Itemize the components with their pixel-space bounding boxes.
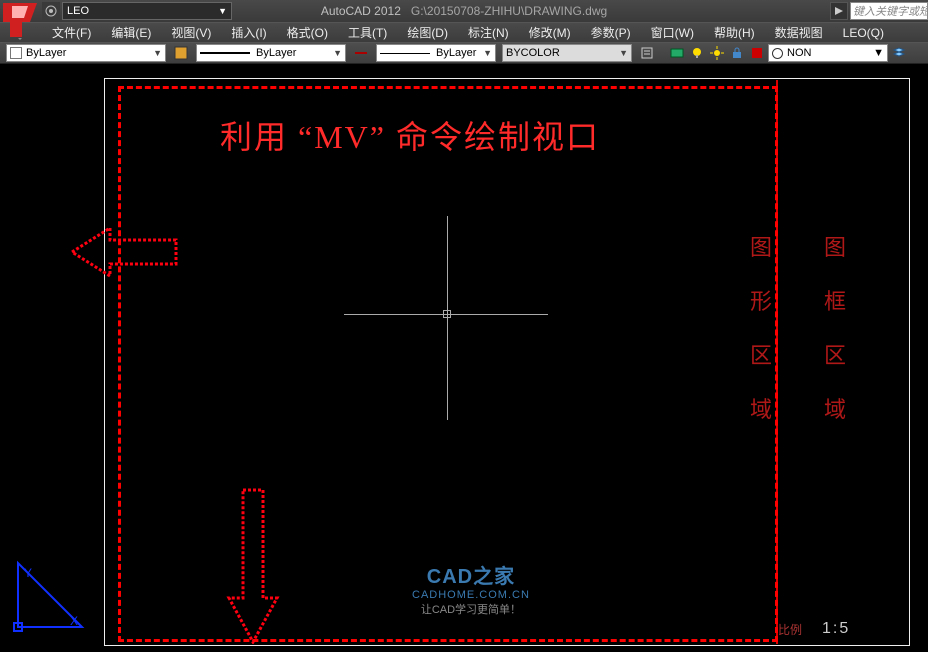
- properties-toolbar: ByLayer ▼ ByLayer ▼ ByLayer ▼ BYCOLOR ▼ …: [0, 42, 928, 64]
- layer-value: NON: [787, 47, 811, 59]
- color-tool-icon[interactable]: [172, 44, 190, 62]
- menu-leo[interactable]: LEO(Q): [837, 25, 890, 41]
- lineweight-preview-icon: [380, 53, 430, 54]
- chevron-down-icon: ▼: [327, 48, 342, 58]
- layer-tools-group: NON ▼: [668, 44, 908, 62]
- menu-insert[interactable]: 插入(I): [225, 23, 272, 42]
- workspace-selector[interactable]: LEO ▼: [62, 2, 232, 20]
- app-menu-button[interactable]: [0, 0, 40, 40]
- scale-block: 比例 1:5: [778, 614, 908, 644]
- chevron-down-icon: ▼: [477, 48, 492, 58]
- layer-sun-icon[interactable]: [708, 44, 726, 62]
- linetype-tool-icon[interactable]: [352, 44, 370, 62]
- watermark: CAD之家 CADHOME.COM.CN 让CAD学习更简单！: [412, 560, 530, 617]
- crosshair-center: [443, 310, 451, 318]
- svg-text:X: X: [70, 614, 78, 628]
- vtext-frame-area: 图 框 区 域: [824, 230, 846, 424]
- layer-lock-icon[interactable]: [728, 44, 746, 62]
- menu-file[interactable]: 文件(F): [46, 23, 97, 42]
- svg-text:Y: Y: [24, 566, 32, 580]
- plotstyle-value: BYCOLOR: [506, 47, 560, 59]
- layer-circle-icon: [772, 48, 783, 59]
- drawing-area[interactable]: 利用 “MV” 命令绘制视口 图 形 区 域 图 框 区 域 比例 1:5 Y …: [0, 64, 928, 652]
- layer-selector[interactable]: NON ▼: [768, 44, 888, 62]
- menu-help[interactable]: 帮助(H): [708, 23, 761, 42]
- layer-manage-icon[interactable]: [890, 44, 908, 62]
- color-value: ByLayer: [26, 47, 66, 59]
- color-swatch-icon: [10, 47, 22, 59]
- workspace-gear-icon[interactable]: [42, 2, 60, 20]
- vtext-graphics-area: 图 形 区 域: [750, 230, 772, 424]
- arrow-left-icon: [70, 224, 180, 285]
- ucs-icon: Y X: [10, 555, 90, 640]
- viewport-rectangle: [118, 86, 778, 642]
- lineweight-value: ByLayer: [436, 47, 476, 59]
- chevron-down-icon: ▼: [218, 6, 227, 16]
- keyword-search-input[interactable]: 键入关键字或短: [850, 2, 928, 20]
- menu-draw[interactable]: 绘图(D): [401, 23, 454, 42]
- linetype-selector[interactable]: ByLayer ▼: [196, 44, 346, 62]
- menu-format[interactable]: 格式(O): [281, 23, 334, 42]
- lineweight-selector[interactable]: ByLayer ▼: [376, 44, 496, 62]
- menu-dataview[interactable]: 数据视图: [769, 23, 829, 42]
- menu-dimension[interactable]: 标注(N): [462, 23, 515, 42]
- linetype-value: ByLayer: [256, 47, 296, 59]
- chevron-down-icon: ▼: [147, 48, 162, 58]
- title-bar: LEO ▼ AutoCAD 2012 G:\20150708-ZHIHU\DRA…: [0, 0, 928, 22]
- layer-color-icon[interactable]: [748, 44, 766, 62]
- layer-bulb-icon[interactable]: [688, 44, 706, 62]
- scale-value: 1:5: [822, 620, 850, 638]
- menu-bar: 文件(F) 编辑(E) 视图(V) 插入(I) 格式(O) 工具(T) 绘图(D…: [0, 22, 928, 42]
- menu-window[interactable]: 窗口(W): [645, 23, 700, 42]
- menu-tools[interactable]: 工具(T): [342, 23, 393, 42]
- color-selector[interactable]: ByLayer ▼: [6, 44, 166, 62]
- menu-edit[interactable]: 编辑(E): [105, 23, 157, 42]
- layer-states-icon[interactable]: [668, 44, 686, 62]
- list-button[interactable]: [638, 44, 656, 62]
- annotation-title: 利用 “MV” 命令绘制视口: [220, 112, 600, 158]
- menu-view[interactable]: 视图(V): [165, 23, 217, 42]
- scale-label: 比例: [778, 621, 802, 638]
- chevron-down-icon: ▼: [873, 47, 884, 59]
- menu-param[interactable]: 参数(P): [585, 23, 637, 42]
- arrow-down-icon: [225, 488, 281, 649]
- linetype-preview-icon: [200, 52, 250, 54]
- menu-modify[interactable]: 修改(M): [523, 23, 577, 42]
- plotstyle-selector[interactable]: BYCOLOR ▼: [502, 44, 632, 62]
- crosshair-vertical: [447, 216, 448, 420]
- play-button[interactable]: [830, 2, 848, 20]
- workspace-current: LEO: [67, 5, 89, 17]
- chevron-down-icon: ▼: [613, 48, 628, 58]
